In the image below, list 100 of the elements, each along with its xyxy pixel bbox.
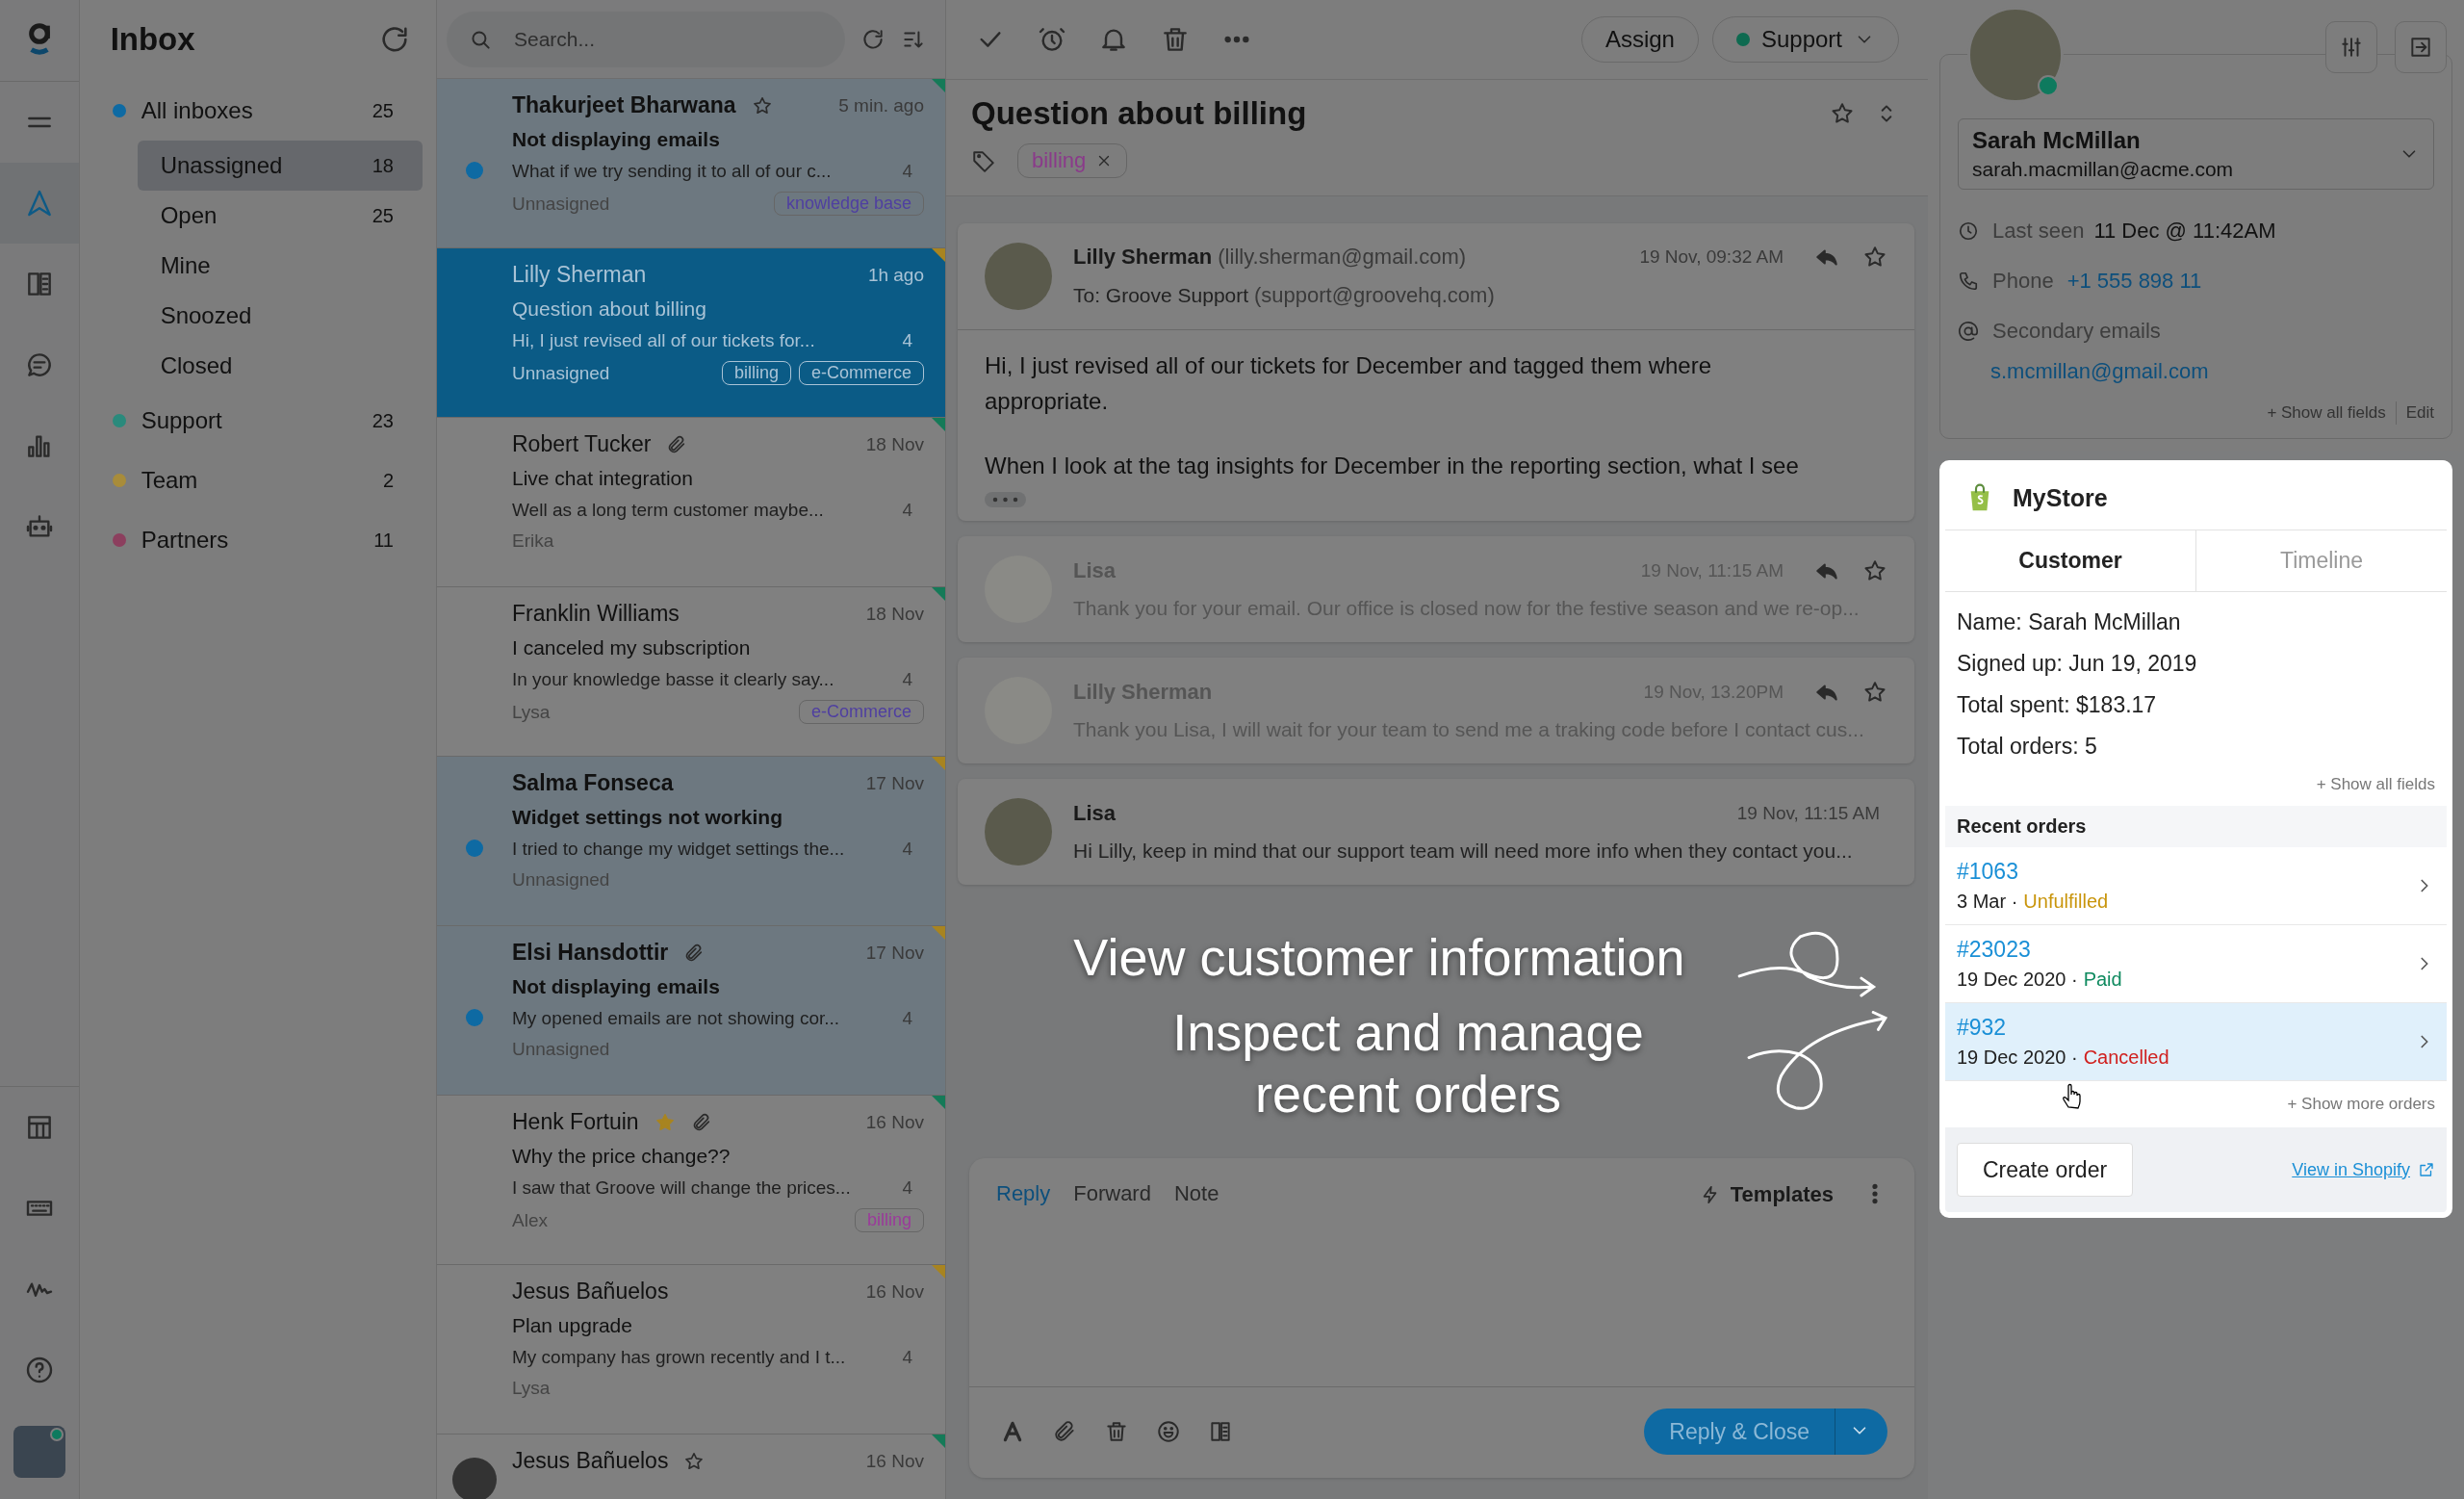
order-number[interactable]: #932 [1957,1015,2414,1041]
folder-item[interactable]: Partners 11 [79,510,423,570]
message-count: 4 [902,1008,912,1029]
conversation-time: 18 Nov [865,603,924,625]
assignee: Lysa [512,701,551,723]
message-count: 4 [902,1177,912,1199]
sender-name: Jesus Bañuelos [512,1279,669,1305]
conversation-time: 17 Nov [865,942,924,964]
conversation-subject: Widget settings not working [512,806,783,829]
trash-icon[interactable] [1104,1419,1129,1444]
message-paragraph: When I look at the tag insights for December in the reporting section, what I see [985,452,1800,481]
settings-button[interactable] [2325,21,2377,73]
folder-item[interactable]: Unassigned 18 [137,141,423,191]
reply-close-button[interactable]: Reply & Close [1644,1409,1835,1455]
user-avatar[interactable] [13,1426,65,1478]
folder-count: 11 [373,529,394,552]
folder-label: Open [160,202,218,229]
sender-name: Elsi Hansdottir [512,940,669,966]
folder-item[interactable]: Closed [137,341,423,391]
message-paragraph: Hi, I just revised all of our tickets for December and tagged them where appropriate. [985,351,1712,417]
message-count: 4 [902,839,912,860]
conversation-row[interactable]: Elsi Hansdottir 17 Nov Not displaying emails My opened emails are not showing cor... 4 Unnasigned [437,926,945,1096]
tag: billing [854,1208,924,1232]
message-count: 4 [902,330,912,351]
folder-count: 25 [372,99,394,122]
status-dot [1735,33,1750,46]
sender-name: Robert Tucker [512,431,652,457]
conversation-row[interactable]: Jesus Bañuelos 16 Nov Plan upgrade My company has grown recently and I t... 4 Lysa [437,1265,945,1434]
show-all-fields-link[interactable]: + Show all fields [2316,775,2435,794]
store-tab[interactable]: Customer [1945,530,2195,591]
folder-label: All inboxes [141,97,254,124]
group-dropdown[interactable]: Support [1711,16,1899,63]
field-label: Secondary emails [1992,319,2161,344]
conversation-row[interactable]: Thakurjeet Bharwana 5 min. ago Not displaying emails What if we try sending it to all of our c... 4 Unnasigned knowledge base [437,79,945,248]
folder-count: 23 [372,409,394,432]
search-field[interactable]: Search... [447,11,845,67]
show-all-fields-link[interactable]: + Show all fields [2267,403,2386,423]
folder-item[interactable]: Snoozed [137,291,423,341]
conversation-preview: My company has grown recently and I t... [512,1347,846,1368]
composer-tab[interactable]: Note [1173,1181,1219,1206]
recent-orders-heading: Recent orders [1945,806,2447,847]
recipient: To: Groove Support (support@groovehq.com) [1073,283,1496,308]
phone-icon [1958,271,1979,292]
folder-label: Closed [160,352,234,379]
conversation-row[interactable]: Robert Tucker 18 Nov Live chat integration Well as a long term customer maybe... 4 Erika [437,418,945,587]
folder-count: 25 [372,204,394,227]
tag: e-Commerce [798,700,924,724]
order-status: Unfulfilled [2023,891,2109,913]
folder-item[interactable]: Team 2 [79,451,423,510]
tag: e-Commerce [798,361,924,385]
emoji-icon[interactable] [1156,1419,1181,1444]
conversation-row[interactable]: Lilly Sherman 1h ago Question about billing Hi, I just revised all of our tickets for... 4 Unnasigned billing e-Commerce [437,248,945,418]
show-more-orders-link[interactable]: + Show more orders [2287,1095,2435,1114]
sender-name: Lilly Sherman [512,262,647,288]
message-preview: Hi Lilly, keep in mind that our support team will need more info when they contact you... [1073,839,1854,863]
order-row[interactable]: #1063 3 Mar · Unfulfilled [1945,847,2447,925]
folder-item[interactable]: Mine [137,241,423,291]
message-count: 4 [902,500,912,521]
conversation-preview: In your knowledge basse it clearly say... [512,669,834,690]
create-order-button[interactable]: Create order [1957,1143,2134,1197]
assignee: Unnasigned [512,193,610,215]
conversation-preview: I tried to change my widget settings the... [512,839,845,860]
store-field: Total orders: 5 [1957,734,2435,760]
folder-item[interactable]: All inboxes 25 [79,81,423,141]
book-icon[interactable] [1208,1419,1233,1444]
reply-composer[interactable]: Reply Forward Note Templates Reply & Close [969,1158,1914,1478]
show-more-button[interactable] [985,491,1026,507]
conversation-row[interactable]: Salma Fonseca 17 Nov Widget settings not working I tried to change my widget settings the... 4 Unnasigned [437,757,945,926]
conversation-row[interactable]: Henk Fortuin 16 Nov Why the price change?? I saw that Groove will change the prices... 4 Alex billing [437,1096,945,1265]
sender-email: (lilly.sherman@gmail.com) [1218,245,1467,270]
assign-button[interactable]: Assign [1580,16,1699,63]
star-icon[interactable] [751,94,773,116]
hand-cursor-icon [2061,1082,2084,1109]
star-icon[interactable] [683,1450,706,1472]
assignee: Alex [512,1209,548,1231]
order-number[interactable]: #23023 [1957,937,2414,963]
conversation-preview: Hi, I just revised all of our tickets for... [512,330,815,351]
customer-dropdown[interactable]: Sarah McMillan sarah.macmillan@acme.com [1958,118,2434,190]
folder-item[interactable]: Open 25 [137,191,423,241]
folder-item[interactable]: Support 23 [79,391,423,451]
customer-email: sarah.macmillan@acme.com [1972,158,2235,181]
sliders-icon [2339,35,2364,60]
assignee: Unnasigned [512,1039,610,1060]
order-number[interactable]: #1063 [1957,859,2414,885]
store-tab[interactable]: Timeline [2195,530,2447,591]
star-icon[interactable] [654,1111,676,1133]
order-date: 19 Dec 2020 · [1957,969,2078,991]
conversation-row[interactable]: Jesus Bañuelos 16 Nov [437,1434,945,1499]
conversation-subject: Question about billing [512,297,707,321]
ticket-title: Question about billing [971,95,1308,132]
more-icon [992,496,1018,503]
edit-link[interactable]: Edit [2405,403,2434,423]
exit-button[interactable] [2395,21,2447,73]
tag-icon[interactable] [971,148,996,173]
assignee: Unnasigned [512,869,610,891]
conversation-time: 16 Nov [865,1111,924,1133]
composer-tab[interactable]: Forward [1073,1181,1151,1206]
templates-button[interactable]: Templates [1693,1181,1839,1208]
view-in-shopify-link[interactable]: View in Shopify [2292,1159,2435,1180]
conversation-preview: I saw that Groove will change the prices... [512,1177,851,1199]
